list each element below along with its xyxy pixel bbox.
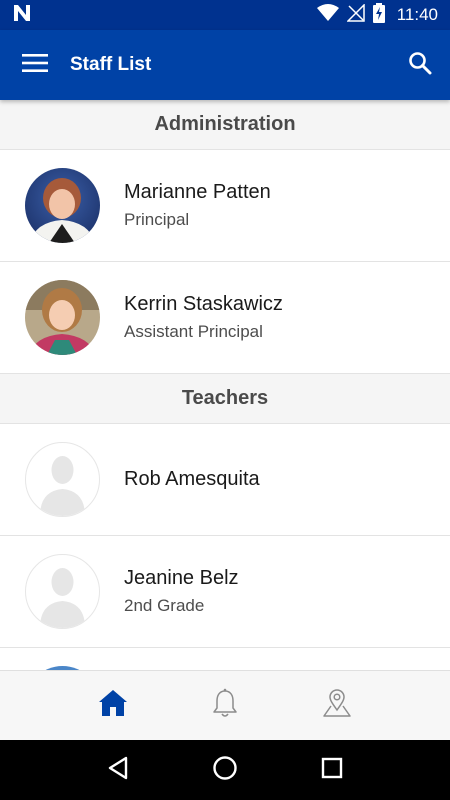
staff-row[interactable]: Jeanine Belz 2nd Grade: [0, 536, 450, 648]
recents-icon: [321, 757, 343, 784]
staff-name: Marianne Patten: [124, 181, 271, 203]
avatar-placeholder: [25, 554, 100, 629]
section-header-administration: Administration: [0, 100, 450, 150]
avatar: [25, 280, 100, 355]
status-time: 11:40: [396, 5, 438, 24]
staff-text: Marianne Patten Principal: [124, 181, 271, 230]
battery-charging-icon: [372, 2, 385, 28]
staff-row[interactable]: Kerrin Staskawicz Assistant Principal: [0, 262, 450, 374]
nav-notifications[interactable]: [207, 688, 243, 724]
staff-name: Kerrin Staskawicz: [124, 293, 283, 315]
app-bar: Staff List: [0, 30, 450, 100]
nav-map[interactable]: [319, 688, 355, 724]
status-left: [12, 3, 32, 28]
home-icon: [98, 689, 128, 722]
staff-role: Principal: [124, 210, 190, 229]
menu-icon: [22, 53, 48, 78]
staff-text: Jeanine Belz 2nd Grade: [124, 567, 239, 616]
system-nav: [0, 740, 450, 800]
system-home-button[interactable]: [205, 750, 245, 790]
bell-icon: [212, 688, 238, 723]
status-right: 11:40: [316, 2, 438, 28]
menu-button[interactable]: [0, 30, 70, 100]
search-button[interactable]: [390, 30, 450, 100]
staff-name: Jeanine Belz: [124, 567, 239, 589]
staff-role: Assistant Principal: [124, 322, 263, 341]
no-signal-icon: [345, 2, 365, 27]
avatar: [25, 168, 100, 243]
back-icon: [107, 756, 129, 785]
page-title: Staff List: [70, 54, 152, 75]
search-icon: [408, 51, 432, 80]
staff-role: 2nd Grade: [124, 596, 205, 615]
map-pin-icon: [322, 688, 352, 723]
n-logo-icon: [12, 3, 32, 28]
system-back-button[interactable]: [98, 750, 138, 790]
status-bar: 11:40: [0, 0, 450, 30]
bottom-nav: [0, 670, 450, 740]
home-circle-icon: [212, 755, 238, 786]
nav-home[interactable]: [95, 688, 131, 724]
system-recents-button[interactable]: [312, 750, 352, 790]
section-header-teachers: Teachers: [0, 374, 450, 424]
staff-list[interactable]: Administration Marianne Patten Principal: [0, 100, 450, 670]
staff-row[interactable]: Rob Amesquita: [0, 424, 450, 536]
staff-text: Kerrin Staskawicz Assistant Principal: [124, 293, 283, 342]
staff-row[interactable]: [0, 648, 450, 670]
avatar-placeholder: [25, 442, 100, 517]
staff-name: Rob Amesquita: [124, 468, 260, 490]
staff-text: Rob Amesquita: [124, 468, 260, 491]
wifi-icon: [316, 3, 339, 27]
staff-row[interactable]: Marianne Patten Principal: [0, 150, 450, 262]
